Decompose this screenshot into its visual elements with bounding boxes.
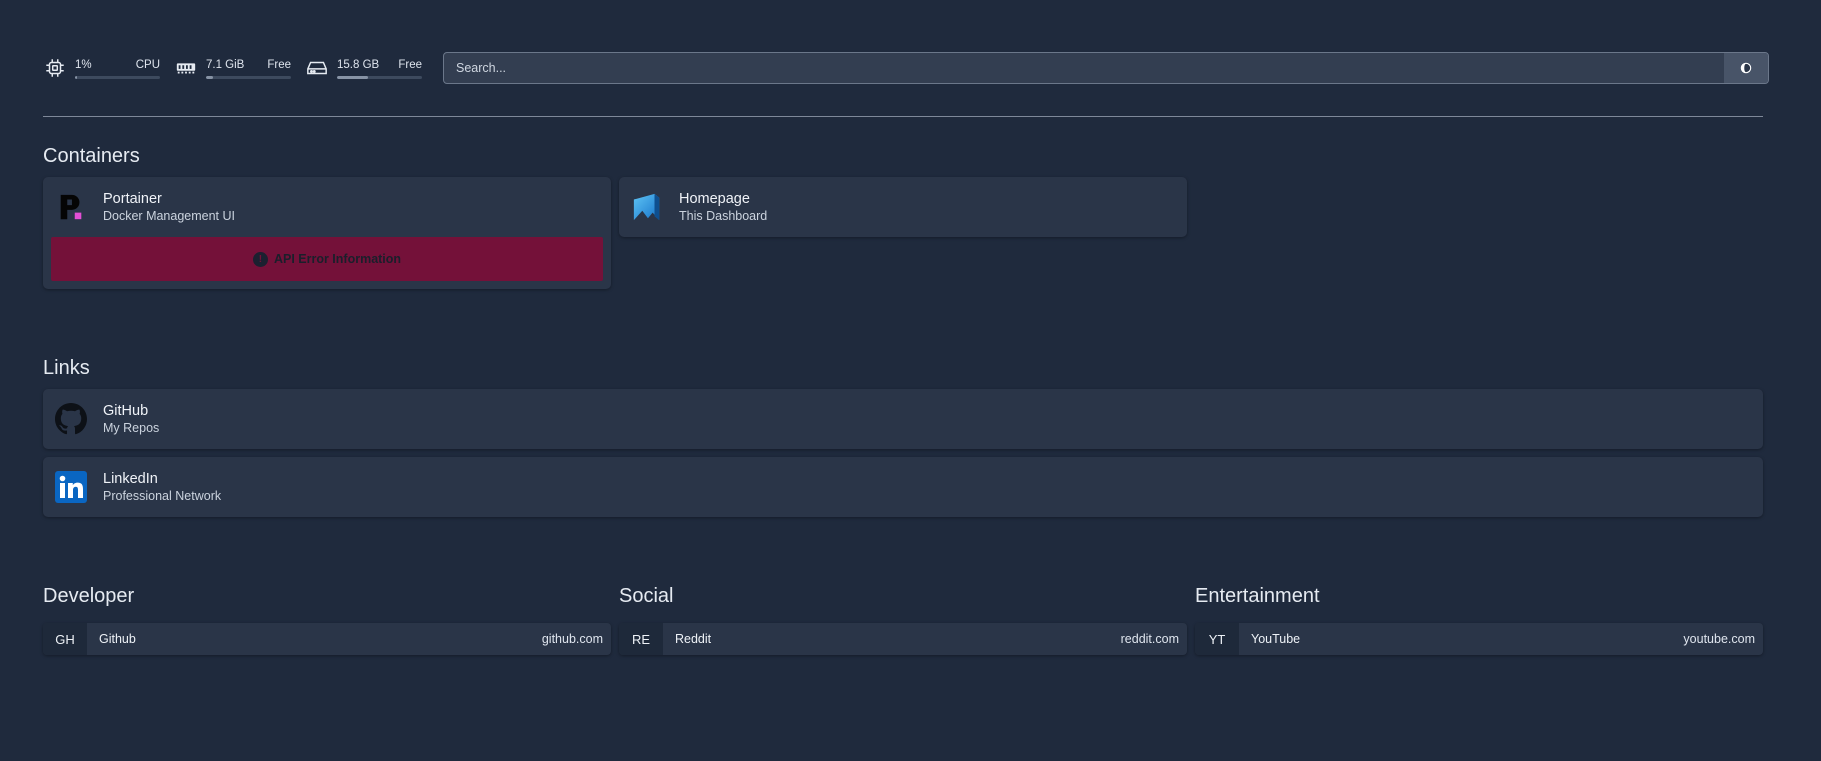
containers-title: Containers	[43, 145, 140, 167]
bookmark-name: Github	[99, 632, 136, 646]
disk-usage-fill	[337, 75, 368, 79]
service-name: Portainer	[103, 190, 162, 207]
links-title: Links	[43, 357, 90, 379]
bookmark-url: reddit.com	[1120, 632, 1179, 646]
error-icon: !	[252, 251, 268, 267]
bookmark-abbr: YT	[1195, 623, 1239, 655]
bookmark-group-entertainment: Entertainment YT YouTube youtube.com	[1195, 583, 1763, 655]
disk-icon	[305, 56, 329, 80]
bookmark-youtube[interactable]: YT YouTube youtube.com	[1195, 623, 1763, 655]
dashboard: 1% CPU 7.1 GiB Free 15.8 GB Free Search.…	[43, 52, 1769, 655]
link-name: GitHub	[103, 402, 149, 419]
disk-value: 15.8 GB	[337, 58, 380, 71]
api-error-banner[interactable]: ! API Error Information	[51, 237, 603, 281]
disk-label: Free	[398, 58, 422, 71]
bookmark-github[interactable]: GH Github github.com	[43, 623, 611, 655]
portainer-icon	[55, 191, 87, 223]
memory-widget: 7.1 GiB Free	[174, 56, 291, 80]
search-input[interactable]	[444, 53, 1724, 83]
link-card-github[interactable]: GitHub My Repos	[43, 389, 1763, 449]
cpu-value: 1%	[75, 58, 92, 71]
bookmark-group-title: Social	[619, 585, 674, 607]
memory-label: Free	[267, 58, 291, 71]
api-error-text: API Error Information	[273, 252, 402, 266]
service-card-portainer[interactable]: Portainer Docker Management UI ! API Err…	[43, 177, 611, 289]
disk-usage-bar	[337, 75, 422, 79]
bookmark-url: youtube.com	[1683, 632, 1755, 646]
containers-section: Containers Portainer Docker Management U…	[43, 143, 1195, 289]
search-engine-icon	[1740, 62, 1752, 74]
cpu-widget: 1% CPU	[43, 56, 160, 80]
memory-usage-fill	[206, 75, 213, 79]
bookmark-group-social: Social RE Reddit reddit.com	[619, 583, 1187, 655]
link-description: Professional Network	[103, 488, 222, 503]
cpu-usage-bar	[75, 75, 160, 79]
bookmark-abbr: GH	[43, 623, 87, 655]
link-description: My Repos	[103, 420, 160, 435]
github-icon	[55, 403, 87, 435]
link-card-linkedin[interactable]: LinkedIn Professional Network	[43, 457, 1763, 517]
memory-usage-bar	[206, 75, 291, 79]
cpu-icon	[43, 56, 67, 80]
service-card-homepage[interactable]: Homepage This Dashboard	[619, 177, 1187, 237]
bookmark-name: YouTube	[1251, 632, 1301, 646]
bookmarks-section: Developer GH Github github.com Social RE…	[43, 583, 1763, 655]
bookmark-reddit[interactable]: RE Reddit reddit.com	[619, 623, 1187, 655]
header-divider	[43, 116, 1763, 117]
bookmark-abbr: RE	[619, 623, 663, 655]
bookmark-url: github.com	[541, 632, 603, 646]
service-name: Homepage	[679, 190, 750, 207]
service-description: This Dashboard	[679, 208, 768, 223]
links-section: Links GitHub My Repos LinkedIn Professio…	[43, 355, 1763, 517]
cpu-usage-fill	[75, 75, 77, 79]
memory-icon	[174, 56, 198, 80]
link-name: LinkedIn	[103, 470, 158, 487]
service-description: Docker Management UI	[103, 208, 236, 223]
cpu-label: CPU	[135, 58, 160, 71]
disk-widget: 15.8 GB Free	[305, 56, 422, 80]
bookmark-group-title: Developer	[43, 585, 135, 607]
bookmark-name: Reddit	[675, 632, 712, 646]
bookmark-group-developer: Developer GH Github github.com	[43, 583, 611, 655]
linkedin-icon	[55, 471, 87, 503]
search-engine-button[interactable]	[1724, 53, 1768, 83]
search-box	[443, 52, 1769, 84]
top-bar: 1% CPU 7.1 GiB Free 15.8 GB Free Search.…	[43, 52, 1769, 84]
homepage-icon	[631, 191, 663, 223]
bookmark-group-title: Entertainment	[1195, 585, 1320, 607]
memory-value: 7.1 GiB	[206, 58, 245, 71]
